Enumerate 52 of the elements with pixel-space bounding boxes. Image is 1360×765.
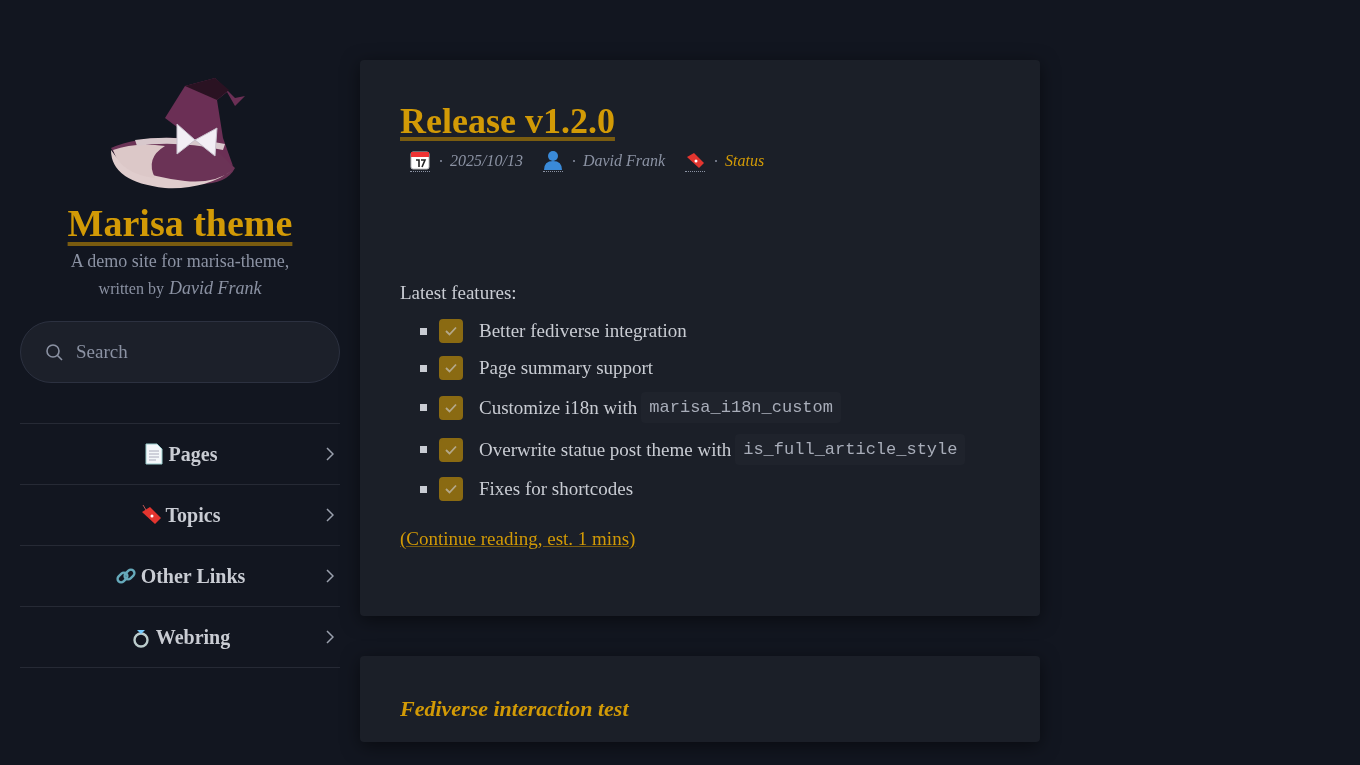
search-field[interactable]: Search xyxy=(20,321,340,383)
checkbox[interactable] xyxy=(439,356,463,380)
post-author: David Frank xyxy=(582,152,666,170)
chevron-right-icon xyxy=(326,630,334,644)
checkbox[interactable] xyxy=(439,477,463,501)
chevron-right-icon xyxy=(326,447,334,461)
nav-label: Other Links xyxy=(140,564,246,588)
check-icon xyxy=(445,484,457,494)
inline-code: is_full_article_style xyxy=(735,434,966,465)
feature-text: Fixes for shortcodes xyxy=(479,478,634,500)
link-icon xyxy=(114,565,137,587)
search-icon xyxy=(45,343,63,361)
nav-menu-item[interactable]: Other Links xyxy=(20,546,340,607)
nav-label: Pages xyxy=(168,442,218,466)
post-title-link[interactable]: Fediverse interaction test xyxy=(400,696,629,721)
check-icon xyxy=(445,402,457,413)
post-date: 2025/10/13 xyxy=(450,152,523,170)
check-icon xyxy=(445,444,457,455)
site-tagline: A demo site for marisa-theme, xyxy=(70,251,290,272)
category-link[interactable]: Status xyxy=(725,152,765,170)
checkbox[interactable] xyxy=(439,395,463,420)
document-icon xyxy=(142,443,165,465)
continue-reading-link[interactable]: (Continue reading, est. 1 mins) xyxy=(400,528,636,550)
byline-label: written by xyxy=(98,280,164,298)
checkbox[interactable] xyxy=(439,319,463,343)
nav-menu-item[interactable]: Webring xyxy=(20,607,340,668)
check-icon xyxy=(445,326,457,336)
intro-text: Latest features: xyxy=(400,282,518,304)
nav-label: Topics xyxy=(165,503,221,527)
feature-text: Customize i18n with xyxy=(479,396,638,419)
bullet-icon xyxy=(420,364,427,372)
nav-label: Webring xyxy=(155,625,231,649)
chevron-right-icon xyxy=(326,569,334,583)
feature-text: Page summary support xyxy=(479,357,654,379)
author-name: David Frank xyxy=(168,278,262,299)
inline-code: marisa_i18n_custom xyxy=(641,392,841,423)
site-title-link[interactable]: Marisa theme xyxy=(67,202,293,244)
chevron-right-icon xyxy=(326,508,334,522)
bullet-icon xyxy=(420,327,427,335)
bullet-icon xyxy=(420,404,427,411)
check-icon xyxy=(445,363,457,373)
nav-menu-item[interactable]: Pages xyxy=(20,424,340,485)
bullet-icon xyxy=(420,446,427,453)
feature-text: Better fediverse integration xyxy=(479,320,687,342)
bullet-icon xyxy=(420,485,427,493)
feature-text: Overwrite statue post theme with xyxy=(479,438,732,461)
tag-icon xyxy=(685,150,706,172)
calendar-icon xyxy=(410,150,430,172)
post-title-link[interactable]: Release v1.2.0 xyxy=(400,101,615,141)
checkbox[interactable] xyxy=(439,437,463,462)
person-icon xyxy=(542,150,563,172)
nav-menu-item[interactable]: Topics xyxy=(20,485,340,546)
